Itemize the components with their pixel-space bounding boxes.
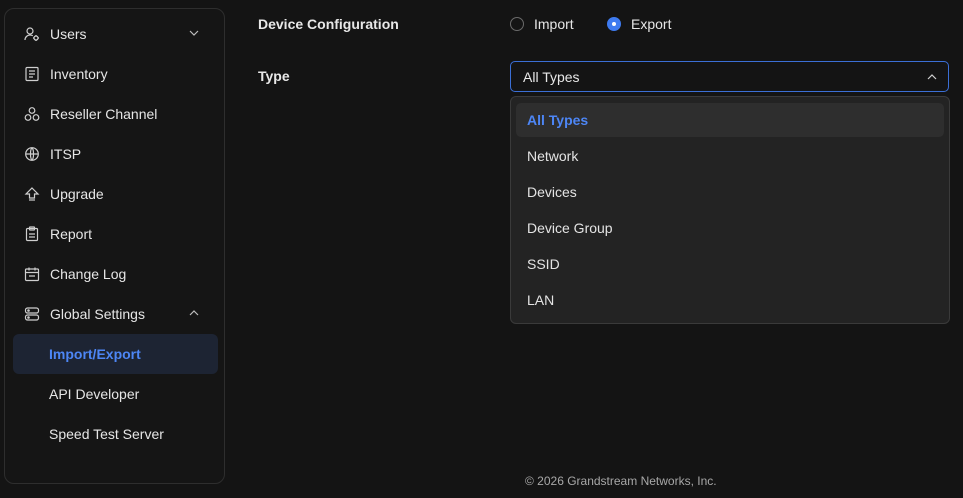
- import-radio-circle[interactable]: [510, 17, 524, 31]
- users-gear-icon: [23, 25, 41, 43]
- sidebar-item-label: API Developer: [49, 386, 140, 402]
- sidebar-item-reseller-channel[interactable]: Reseller Channel: [13, 94, 218, 134]
- export-radio-label: Export: [631, 16, 672, 32]
- sidebar-item-report[interactable]: Report: [13, 214, 218, 254]
- sidebar-item-label: Speed Test Server: [49, 426, 164, 442]
- sidebar-item-label: Users: [50, 26, 87, 42]
- sidebar-item-inventory[interactable]: Inventory: [13, 54, 218, 94]
- clipboard-icon: [23, 225, 41, 243]
- dropdown-option-device-group[interactable]: Device Group: [516, 211, 944, 245]
- type-label: Type: [258, 68, 290, 84]
- sidebar-item-upgrade[interactable]: Upgrade: [13, 174, 218, 214]
- sidebar-item-change-log[interactable]: Change Log: [13, 254, 218, 294]
- export-radio[interactable]: Export: [607, 16, 671, 32]
- dropdown-option-lan[interactable]: LAN: [516, 283, 944, 317]
- server-settings-icon: [23, 305, 41, 323]
- reseller-channel-icon: [23, 105, 41, 123]
- sidebar-item-speed-test-server[interactable]: Speed Test Server: [13, 414, 218, 454]
- chevron-up-icon: [927, 74, 937, 80]
- sidebar-item-label: Reseller Channel: [50, 106, 158, 122]
- type-select-value: All Types: [523, 68, 580, 85]
- export-radio-circle[interactable]: [607, 17, 621, 31]
- chevron-up-icon: [189, 310, 199, 316]
- sidebar-item-users[interactable]: Users: [13, 14, 218, 54]
- calendar-icon: [23, 265, 41, 283]
- sidebar-item-itsp[interactable]: ITSP: [13, 134, 218, 174]
- type-select[interactable]: All Types: [510, 61, 949, 92]
- sidebar-item-label: ITSP: [50, 146, 82, 162]
- sidebar-item-label: Upgrade: [50, 186, 104, 202]
- dropdown-option-all-types[interactable]: All Types: [516, 103, 944, 137]
- sidebar-item-import-export[interactable]: Import/Export: [13, 334, 218, 374]
- sidebar-item-api-developer[interactable]: API Developer: [13, 374, 218, 414]
- sidebar-item-label: Report: [50, 226, 93, 242]
- import-radio-label: Import: [534, 16, 574, 32]
- footer-copyright: © 2026 Grandstream Networks, Inc.: [525, 474, 717, 488]
- inventory-icon: [23, 65, 41, 83]
- sidebar-item-label: Global Settings: [50, 306, 145, 322]
- globe-icon: [23, 145, 41, 163]
- sidebar-item-label: Import/Export: [49, 346, 141, 362]
- device-configuration-label: Device Configuration: [258, 16, 399, 32]
- chevron-down-icon: [189, 30, 199, 36]
- sidebar-item-global-settings[interactable]: Global Settings: [13, 294, 218, 334]
- dropdown-option-devices[interactable]: Devices: [516, 175, 944, 209]
- sidebar-item-label: Change Log: [50, 266, 127, 282]
- dropdown-option-ssid[interactable]: SSID: [516, 247, 944, 281]
- import-radio[interactable]: Import: [510, 16, 574, 32]
- upgrade-arrow-icon: [23, 185, 41, 203]
- dropdown-option-network[interactable]: Network: [516, 139, 944, 173]
- sidebar-item-label: Inventory: [50, 66, 108, 82]
- sidebar: Users Inventory Reseller Channel ITSP Up…: [4, 8, 225, 484]
- type-dropdown-menu: All Types Network Devices Device Group S…: [510, 96, 950, 324]
